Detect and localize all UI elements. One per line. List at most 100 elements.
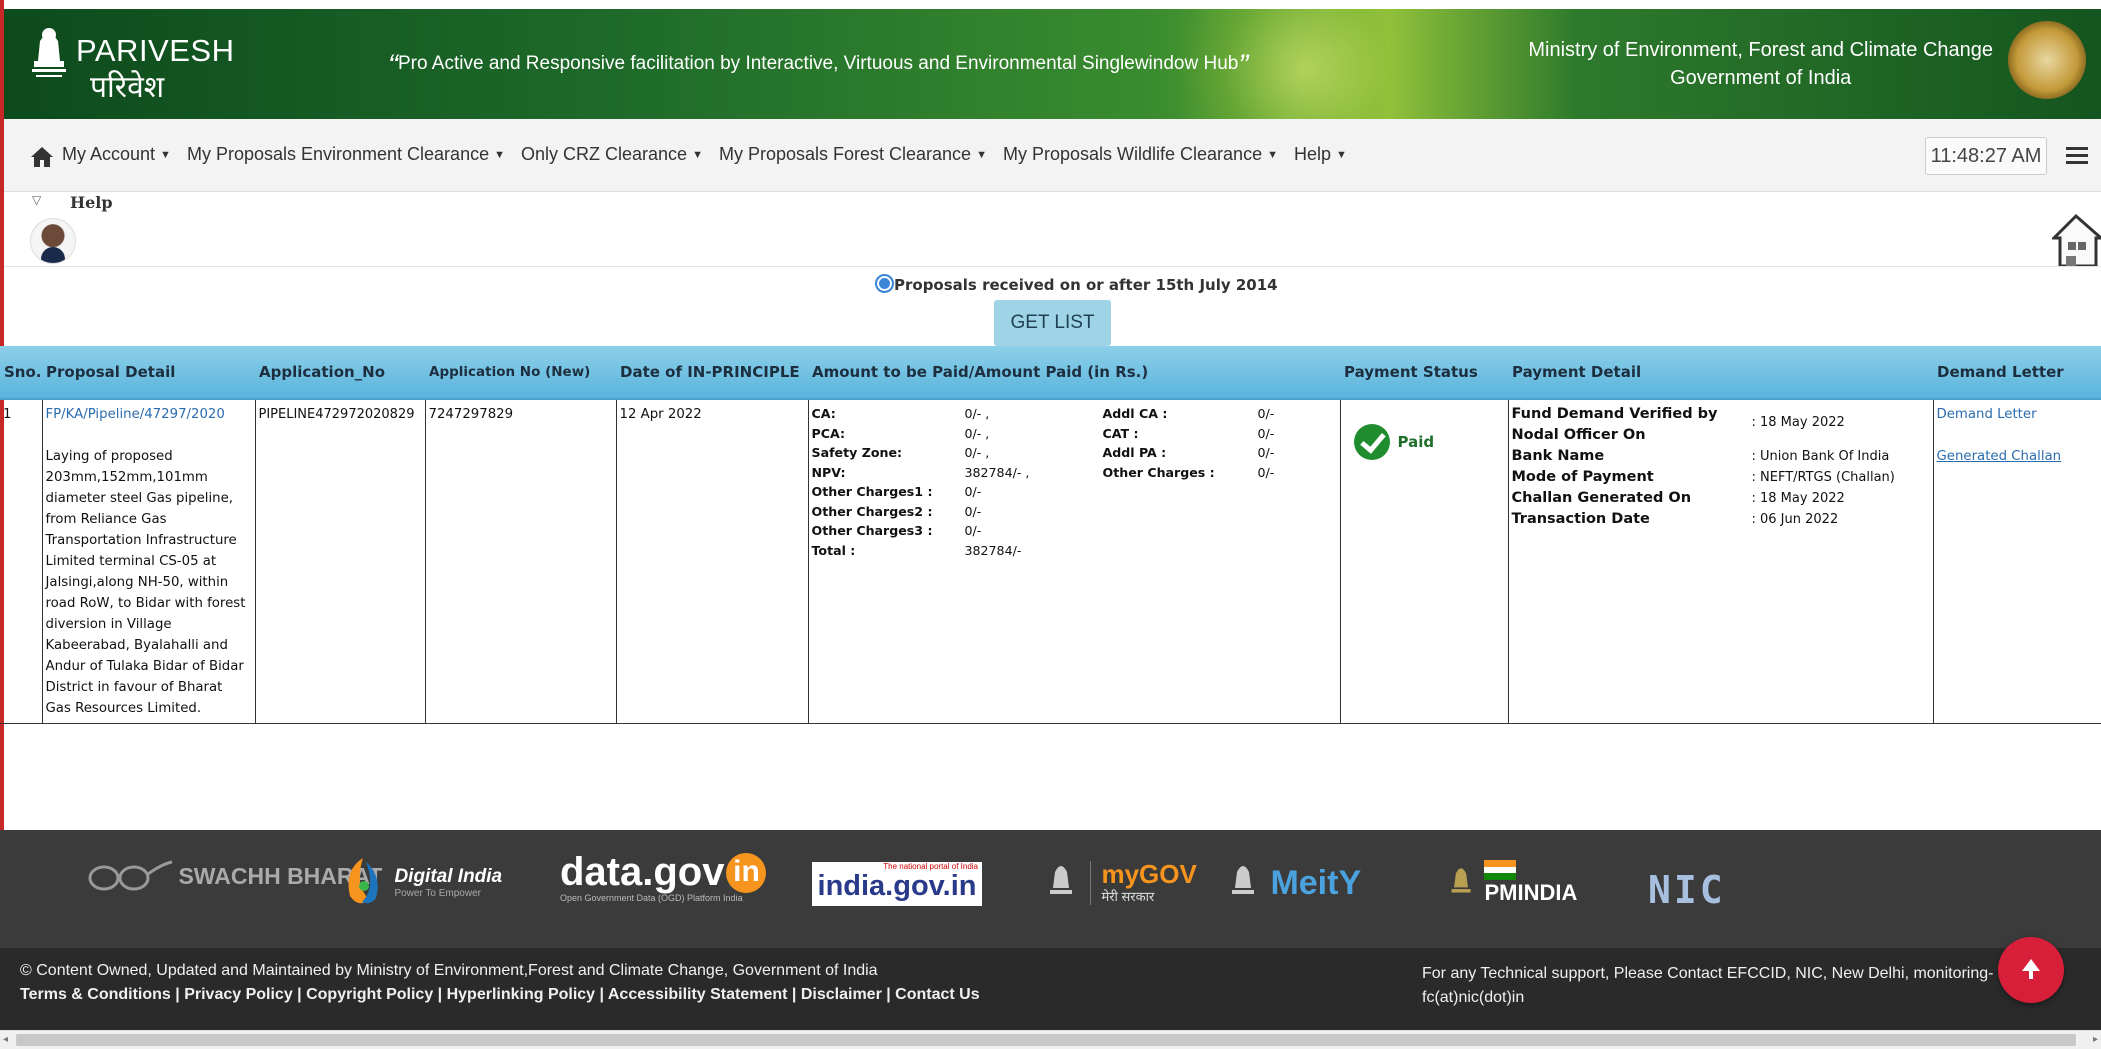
get-list-button[interactable]: GET LIST xyxy=(994,300,1111,346)
check-circle-icon xyxy=(1353,424,1390,460)
nav-forest-clearance[interactable]: My Proposals Forest Clearance ▼ xyxy=(719,144,987,164)
cell-payment-status: Paid xyxy=(1339,399,1509,724)
radio-proposals-after-2014[interactable] xyxy=(875,274,894,293)
site-footer: © Content Owned, Updated and Maintained … xyxy=(0,948,2101,1030)
copyright-text: © Content Owned, Updated and Maintained … xyxy=(20,962,878,979)
amount-label: Other Charges1 : xyxy=(811,484,933,499)
proposal-id-link[interactable]: FP/KA/Pipeline/47297/2020 xyxy=(46,404,252,425)
nic-logo[interactable]: NIC xyxy=(1648,868,1726,912)
cell-amount: CA: 0/- , Addl CA : 0/- PCA: 0/- , CAT : 0/- S… xyxy=(807,399,1341,724)
pmindia-logo[interactable]: PMINDIA xyxy=(1448,858,1577,908)
table-header-row: Sno. Proposal Detail Application_No Appl… xyxy=(0,346,2101,400)
amount-label: PCA: xyxy=(811,425,846,441)
amount-value: 0/- , xyxy=(964,406,990,421)
payment-value: : 18 May 2022 xyxy=(1751,415,1845,430)
footer-link-accessibility[interactable]: Accessibility Statement xyxy=(608,986,788,1003)
cell-application-no-new: 7247297829 xyxy=(424,399,617,724)
amount-label: Addl PA : xyxy=(1102,445,1167,460)
scroll-left-arrow-icon[interactable]: ◂ xyxy=(3,1034,8,1045)
nav-crz-clearance[interactable]: Only CRZ Clearance ▼ xyxy=(521,144,703,164)
payment-detail-grid: Fund Demand Verified by Nodal Officer On… xyxy=(1512,404,1930,530)
caret-down-icon: ▼ xyxy=(692,149,703,161)
col-payment-detail: Payment Detail xyxy=(1508,346,1933,400)
pmindia-text: PMINDIA xyxy=(1484,880,1578,905)
digital-india-subtext: Power To Empower xyxy=(394,887,481,899)
footer-link-terms[interactable]: Terms & Conditions xyxy=(20,986,171,1003)
swachh-bharat-logo[interactable]: SWACHH BHARAT xyxy=(84,856,382,896)
nav-my-account[interactable]: My Account ▼ xyxy=(62,144,171,164)
help-label[interactable]: Help xyxy=(70,193,113,212)
generated-challan-link[interactable]: Generated Challan xyxy=(1937,446,2099,467)
ministry-line1: Ministry of Environment, Forest and Clim… xyxy=(1528,39,1993,61)
user-avatar[interactable] xyxy=(30,218,76,264)
datagov-in-badge: in xyxy=(726,853,767,893)
proposal-description: Laying of proposed 203mm,152mm,101mm dia… xyxy=(45,449,246,716)
cell-payment-detail: Fund Demand Verified by Nodal Officer On… xyxy=(1507,399,1934,724)
nav-label: My Proposals Forest Clearance xyxy=(718,144,972,164)
amount-value: 0/- xyxy=(964,523,982,538)
meity-logo[interactable]: MeitY xyxy=(1228,858,1361,908)
digital-india-logo[interactable]: Digital India Power To Empower xyxy=(340,856,502,908)
logo-english: PARIVESH xyxy=(76,33,235,68)
amount-label: Safety Zone: xyxy=(811,445,903,460)
home-icon[interactable] xyxy=(30,146,54,168)
scroll-right-arrow-icon[interactable]: ▸ xyxy=(2093,1034,2098,1045)
footer-link-hyperlinking[interactable]: Hyperlinking Policy xyxy=(447,986,595,1003)
cell-demand-letter: Demand Letter Generated Challan xyxy=(1932,399,2101,724)
scroll-to-top-button[interactable] xyxy=(1998,937,2064,1003)
amount-label: Addl CA : xyxy=(1102,406,1168,421)
scrollbar-thumb[interactable] xyxy=(16,1034,2076,1046)
amount-value: 0/- , xyxy=(964,425,990,441)
payment-value: : NEFT/RTGS (Challan) xyxy=(1751,470,1895,485)
amount-value: 0/- xyxy=(1257,445,1275,460)
demand-letter-link[interactable]: Demand Letter xyxy=(1937,404,2099,425)
india-gov-logo[interactable]: The national portal of India india.gov.i… xyxy=(812,862,982,906)
nic-text: NIC xyxy=(1648,868,1726,912)
nav-label: My Account xyxy=(62,144,156,164)
flag-icon xyxy=(1484,860,1517,880)
glasses-icon xyxy=(88,860,173,891)
footer-link-privacy[interactable]: Privacy Policy xyxy=(184,986,293,1003)
amount-label: Other Charges3 : xyxy=(811,523,933,538)
site-header: PARIVESH परिवेश “Pro Active and Responsi… xyxy=(4,9,2101,119)
home-building-icon[interactable] xyxy=(2052,212,2101,267)
col-date-in-principle: Date of IN-PRINCIPLE xyxy=(616,346,808,400)
amount-label: Other Charges2 : xyxy=(811,503,933,519)
horizontal-scrollbar[interactable]: ◂ ▸ xyxy=(0,1030,2101,1049)
amount-grid: CA: 0/- , Addl CA : 0/- PCA: 0/- , CAT : 0/- S… xyxy=(812,404,1337,560)
nav-environment-clearance[interactable]: My Proposals Environment Clearance ▼ xyxy=(187,144,505,164)
digital-india-text: Digital India xyxy=(394,865,503,887)
paid-label: Paid xyxy=(1397,432,1435,451)
footer-link-copyright[interactable]: Copyright Policy xyxy=(306,986,433,1003)
nav-help[interactable]: Help ▼ xyxy=(1294,144,1347,164)
tagline-text: Pro Active and Responsive facilitation b… xyxy=(398,53,1239,74)
nav-menu: My Account ▼ My Proposals Environment Cle… xyxy=(62,144,1358,165)
mygov-logo[interactable]: myGOV मेरी सरकार xyxy=(1046,858,1197,908)
nav-label: Help xyxy=(1293,144,1332,164)
ministry-line2: Government of India xyxy=(1670,67,1852,89)
payment-label: Transaction Date xyxy=(1511,511,1650,527)
hamburger-icon[interactable] xyxy=(2066,147,2088,165)
data-gov-logo[interactable]: data.gov in Open Government Data (OGD) Pl… xyxy=(560,850,767,903)
digital-india-swirl-icon xyxy=(348,858,378,904)
nav-wildlife-clearance[interactable]: My Proposals Wildlife Clearance ▼ xyxy=(1003,144,1278,164)
amount-value: 0/- xyxy=(964,503,982,519)
amount-value: 0/- , xyxy=(964,445,990,460)
mygov-subtext: मेरी सरकार xyxy=(1101,889,1155,904)
clock-display: 11:48:27 AM xyxy=(1925,137,2047,175)
radio-label: Proposals received on or after 15th July… xyxy=(894,276,1278,294)
payment-label: Mode of Payment xyxy=(1511,469,1654,485)
cell-proposal-detail: FP/KA/Pipeline/47297/2020 Laying of prop… xyxy=(41,399,256,724)
section-divider xyxy=(4,266,2101,267)
amount-label: CAT : xyxy=(1102,425,1139,441)
payment-label: Fund Demand Verified by Nodal Officer On xyxy=(1511,406,1718,443)
footer-link-contact[interactable]: Contact Us xyxy=(895,986,979,1003)
paid-status: Paid xyxy=(1353,424,1505,460)
payment-label: Challan Generated On xyxy=(1511,490,1692,506)
payment-value: : 18 May 2022 xyxy=(1751,491,1845,506)
support-text: For any Technical support, Please Contac… xyxy=(1422,965,1994,1006)
footer-link-disclaimer[interactable]: Disclaimer xyxy=(801,986,882,1003)
cell-date-in-principle: 12 Apr 2022 xyxy=(615,399,809,724)
ministry-name: Ministry of Environment, Forest and Clim… xyxy=(1528,36,1993,92)
help-toggle-icon[interactable]: ▽ xyxy=(32,193,41,207)
